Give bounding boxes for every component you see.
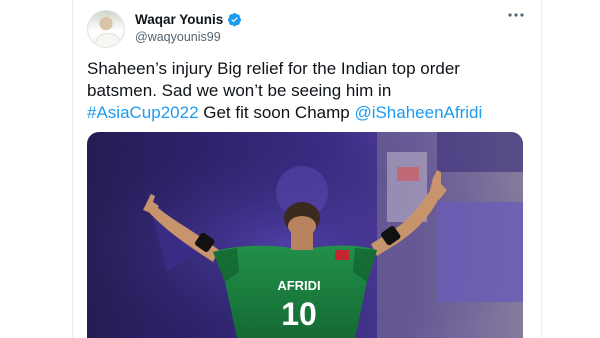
author-handle[interactable]: @waqyounis99: [135, 30, 221, 44]
tweet-text: Shaheen’s injury Big relief for the Indi…: [87, 58, 531, 124]
tweet-text-middle: Get fit soon Champ: [198, 103, 355, 122]
tweet-media-photo[interactable]: AFRIDI 10: [87, 132, 523, 338]
mention-link[interactable]: @iShaheenAfridi: [354, 103, 482, 122]
tweet-text-line-1: Shaheen’s injury Big relief for the Indi…: [87, 59, 460, 78]
author-display-name[interactable]: Waqar Younis: [135, 12, 223, 27]
tweet-text-line-2: batsmen. Sad we won’t be seeing him in: [87, 81, 392, 100]
jersey-number-text: 10: [281, 296, 317, 332]
tweet-text-line-3: #AsiaCup2022 Get fit soon Champ @iShahee…: [87, 102, 531, 124]
hashtag-link[interactable]: #AsiaCup2022: [87, 103, 199, 122]
tweet-card[interactable]: Waqar Younis @waqyounis99 Shaheen’s inju…: [72, 0, 542, 338]
author-name-row: Waqar Younis: [135, 12, 242, 27]
verified-badge-icon: [228, 12, 242, 27]
avatar[interactable]: [87, 10, 125, 48]
jersey-name-text: AFRIDI: [277, 278, 320, 293]
more-horizontal-icon[interactable]: [505, 10, 527, 28]
player-photo: AFRIDI 10: [87, 132, 523, 338]
tweet-header: Waqar Younis @waqyounis99: [87, 10, 527, 50]
